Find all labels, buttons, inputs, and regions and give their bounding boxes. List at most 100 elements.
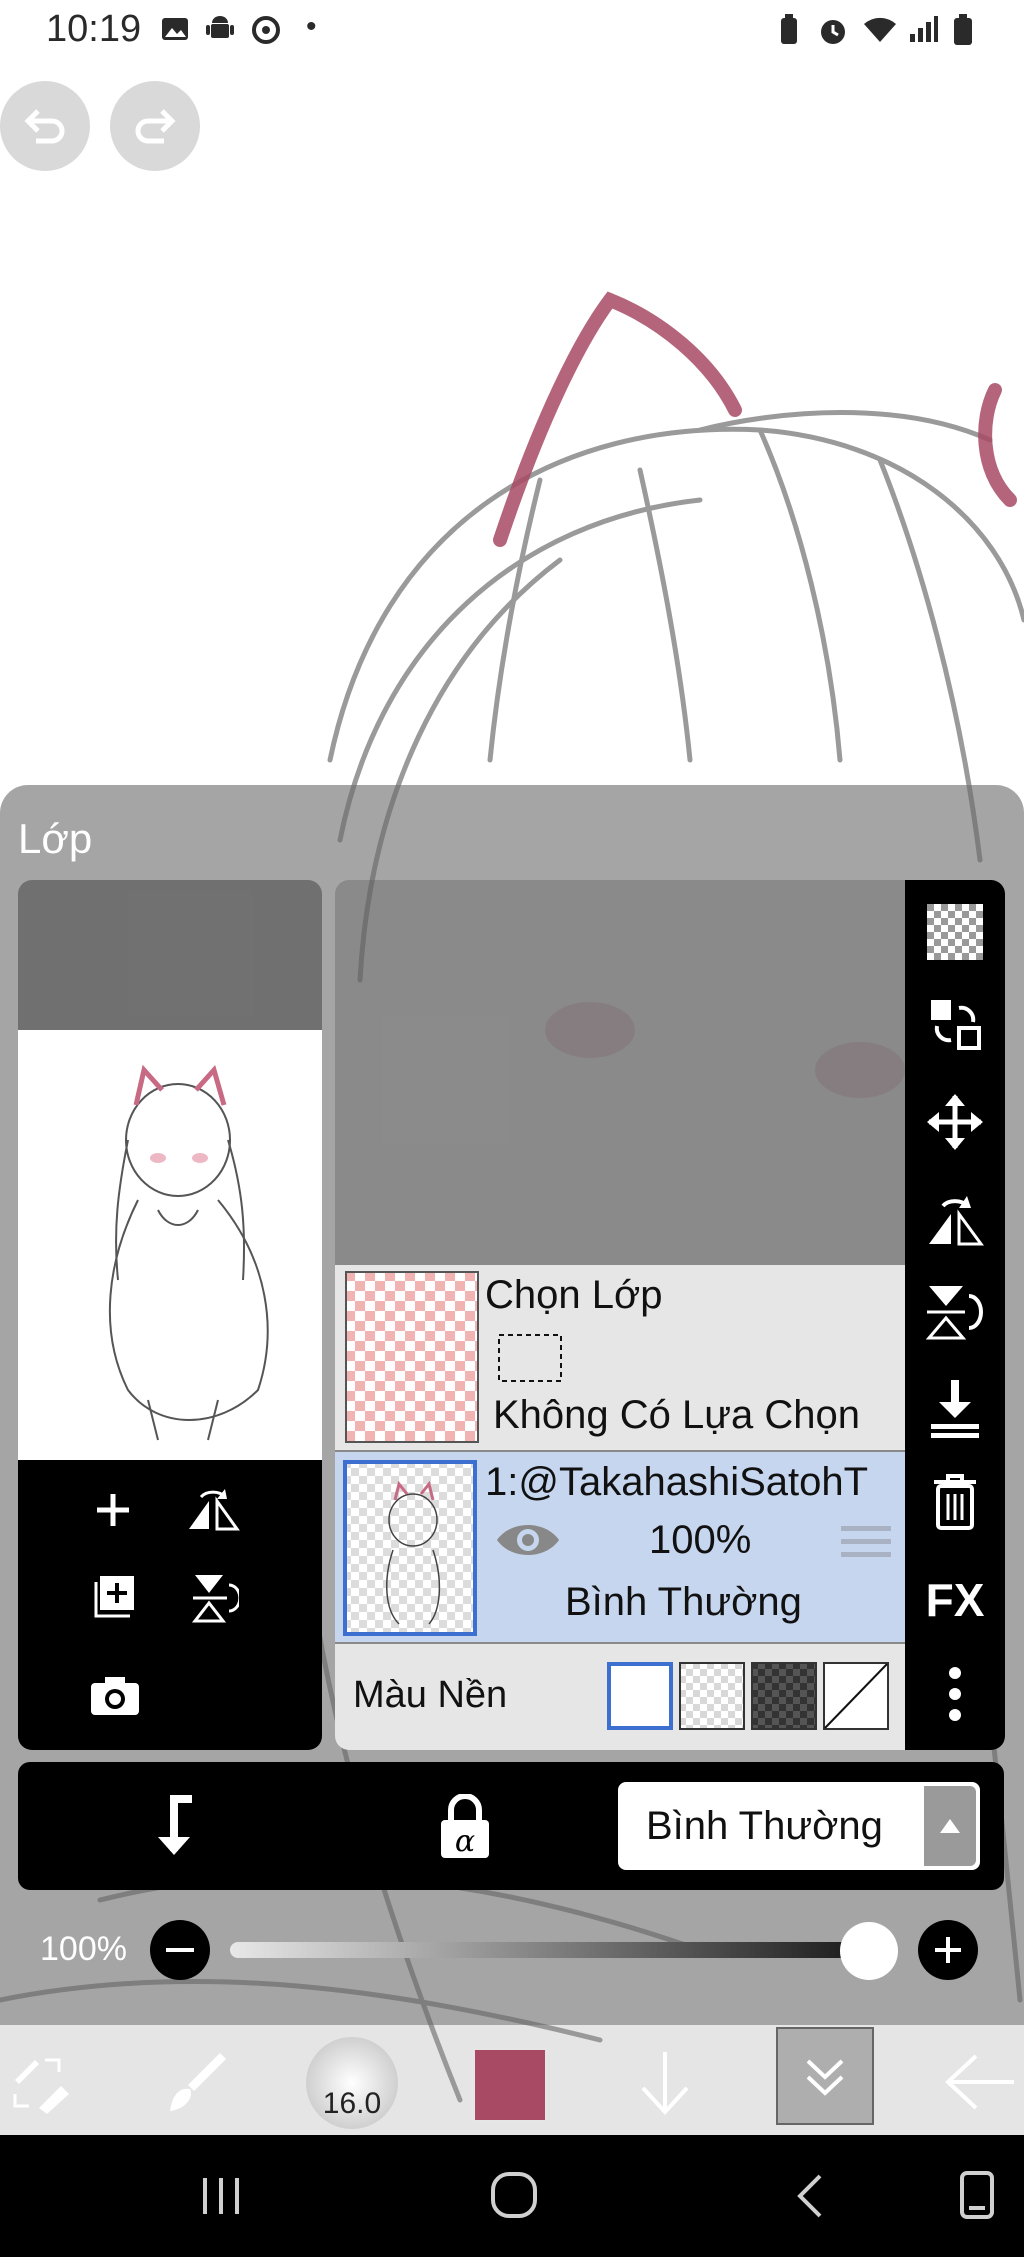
panel-title: Lớp bbox=[18, 815, 93, 862]
camera-icon bbox=[91, 1677, 139, 1715]
blend-mode-dropdown-button[interactable] bbox=[924, 1786, 976, 1866]
redo-icon bbox=[135, 109, 176, 144]
recent-apps-icon bbox=[203, 2178, 239, 2214]
battery-icon bbox=[952, 14, 974, 51]
arrow-down-icon bbox=[641, 2052, 689, 2115]
chevron-left-icon bbox=[797, 2174, 822, 2218]
merge-down-button[interactable] bbox=[923, 1376, 987, 1440]
layer-tools-column: FX bbox=[905, 880, 1005, 1750]
system-nav-bar bbox=[0, 2135, 1024, 2257]
redo-button[interactable] bbox=[110, 81, 200, 171]
canvas-preview bbox=[18, 1030, 322, 1460]
flip-horizontal-button[interactable] bbox=[183, 1482, 243, 1538]
double-chevron-down-icon bbox=[806, 2059, 844, 2096]
bottom-toolbar: 16.0 bbox=[0, 2025, 1024, 2135]
brush-icon bbox=[170, 2053, 226, 2111]
background-dark-check-swatch[interactable] bbox=[751, 1662, 817, 1730]
blend-mode-value: Bình Thường bbox=[646, 1804, 883, 1848]
selection-marquee-icon bbox=[498, 1334, 562, 1382]
opacity-row: 100% bbox=[18, 1910, 1004, 1990]
alarm-icon bbox=[816, 14, 850, 53]
fx-button[interactable]: FX bbox=[915, 1570, 995, 1630]
gallery-icon bbox=[160, 14, 190, 49]
preview-sketch-image bbox=[108, 1064, 269, 1441]
chevron-up-icon bbox=[940, 1819, 960, 1833]
opacity-slider-thumb[interactable] bbox=[840, 1922, 898, 1980]
android-icon bbox=[205, 14, 235, 49]
layer-down-button[interactable] bbox=[630, 2043, 700, 2123]
status-bar: 10:19 • bbox=[0, 0, 1024, 60]
add-layer-button[interactable] bbox=[88, 1485, 138, 1535]
svg-text:α: α bbox=[455, 1824, 475, 1859]
move-button[interactable] bbox=[923, 1090, 987, 1154]
flip-horizontal-tool-button[interactable] bbox=[923, 1188, 987, 1252]
background-transparent-swatch[interactable] bbox=[679, 1662, 745, 1730]
transparent-layer-button[interactable] bbox=[923, 900, 987, 964]
notification-dot: • bbox=[306, 10, 317, 43]
home-button[interactable] bbox=[486, 2167, 542, 2223]
home-icon bbox=[491, 2172, 537, 2218]
selection-layer-row[interactable]: Chọn Lớp Không Có Lựa Chọn bbox=[335, 1265, 905, 1450]
undo-icon bbox=[24, 109, 65, 144]
move-arrows-icon bbox=[927, 1094, 983, 1150]
flip-vertical-tool-button[interactable] bbox=[923, 1280, 987, 1344]
color-picker-button[interactable] bbox=[472, 2047, 548, 2123]
back-arrow-button[interactable] bbox=[940, 2045, 1020, 2119]
brush-size-value: 16.0 bbox=[322, 2087, 382, 2120]
opacity-slider-track[interactable] bbox=[230, 1942, 890, 1958]
opacity-decrease-button[interactable] bbox=[150, 1920, 210, 1980]
plus-icon bbox=[97, 1494, 129, 1526]
recent-apps-button[interactable] bbox=[196, 2171, 246, 2221]
trash-icon bbox=[934, 1474, 976, 1530]
layer-1-blend-mode: Bình Thường bbox=[565, 1580, 802, 1624]
background-white-swatch[interactable] bbox=[607, 1662, 673, 1730]
tool-switch-button[interactable] bbox=[6, 2047, 76, 2117]
status-time: 10:19 bbox=[46, 8, 142, 50]
selection-layer-thumbnail bbox=[345, 1271, 479, 1443]
flip-horizontal-icon bbox=[929, 1196, 984, 1246]
opacity-increase-button[interactable] bbox=[918, 1920, 978, 1980]
blend-mode-select[interactable]: Bình Thường bbox=[618, 1782, 980, 1870]
keyboard-button[interactable] bbox=[952, 2167, 1002, 2223]
arrow-left-icon bbox=[945, 2054, 1014, 2110]
alpha-lock-icon: α bbox=[441, 1794, 489, 1859]
visibility-eye-icon[interactable] bbox=[495, 1518, 561, 1562]
flip-vertical-icon bbox=[925, 1286, 983, 1340]
layer-row-1[interactable]: 1:@TakahashiSatohT 100% Bình Thường bbox=[335, 1452, 905, 1642]
delete-layer-button[interactable] bbox=[923, 1470, 987, 1534]
plus-icon bbox=[935, 1937, 961, 1963]
selection-layer-title: Chọn Lớp bbox=[485, 1273, 663, 1317]
duplicate-icon bbox=[94, 1576, 134, 1618]
flip-vertical-button[interactable] bbox=[186, 1570, 242, 1626]
more-vertical-icon bbox=[949, 1667, 961, 1721]
system-back-button[interactable] bbox=[784, 2171, 834, 2221]
background-none-swatch[interactable] bbox=[823, 1662, 889, 1730]
camera-button[interactable] bbox=[88, 1670, 142, 1720]
minus-icon bbox=[166, 1948, 194, 1952]
flip-horizontal-icon bbox=[189, 1489, 240, 1531]
selection-layer-status: Không Có Lựa Chọn bbox=[493, 1393, 861, 1437]
battery-saver-icon bbox=[776, 14, 802, 51]
opacity-label: 100% bbox=[40, 1930, 127, 1968]
duplicate-layer-button[interactable] bbox=[90, 1572, 140, 1622]
clipping-arrow-icon bbox=[158, 1795, 192, 1855]
drag-handle-icon[interactable] bbox=[839, 1522, 893, 1562]
alpha-lock-button[interactable]: α bbox=[430, 1792, 500, 1862]
flip-vertical-icon bbox=[191, 1575, 239, 1623]
checkerboard-icon bbox=[927, 904, 983, 960]
swap-layer-button[interactable] bbox=[923, 992, 987, 1056]
layer-1-thumbnail bbox=[343, 1460, 477, 1636]
undo-button[interactable] bbox=[0, 81, 90, 171]
layer-actions-box bbox=[18, 1460, 322, 1750]
layer-1-name: 1:@TakahashiSatohT bbox=[485, 1460, 869, 1504]
signal-icon bbox=[908, 14, 938, 49]
brush-tool-button[interactable] bbox=[160, 2045, 234, 2119]
pen-eraser-swap-icon bbox=[13, 2058, 69, 2114]
more-options-button[interactable] bbox=[933, 1662, 977, 1726]
clipping-button[interactable] bbox=[138, 1792, 208, 1862]
layer-1-opacity: 100% bbox=[649, 1518, 752, 1562]
brush-size-button[interactable]: 16.0 bbox=[306, 2037, 398, 2129]
background-color-label: Màu Nền bbox=[353, 1674, 508, 1716]
layer-panel-toggle-button[interactable] bbox=[776, 2027, 874, 2125]
sync-icon bbox=[250, 14, 282, 51]
